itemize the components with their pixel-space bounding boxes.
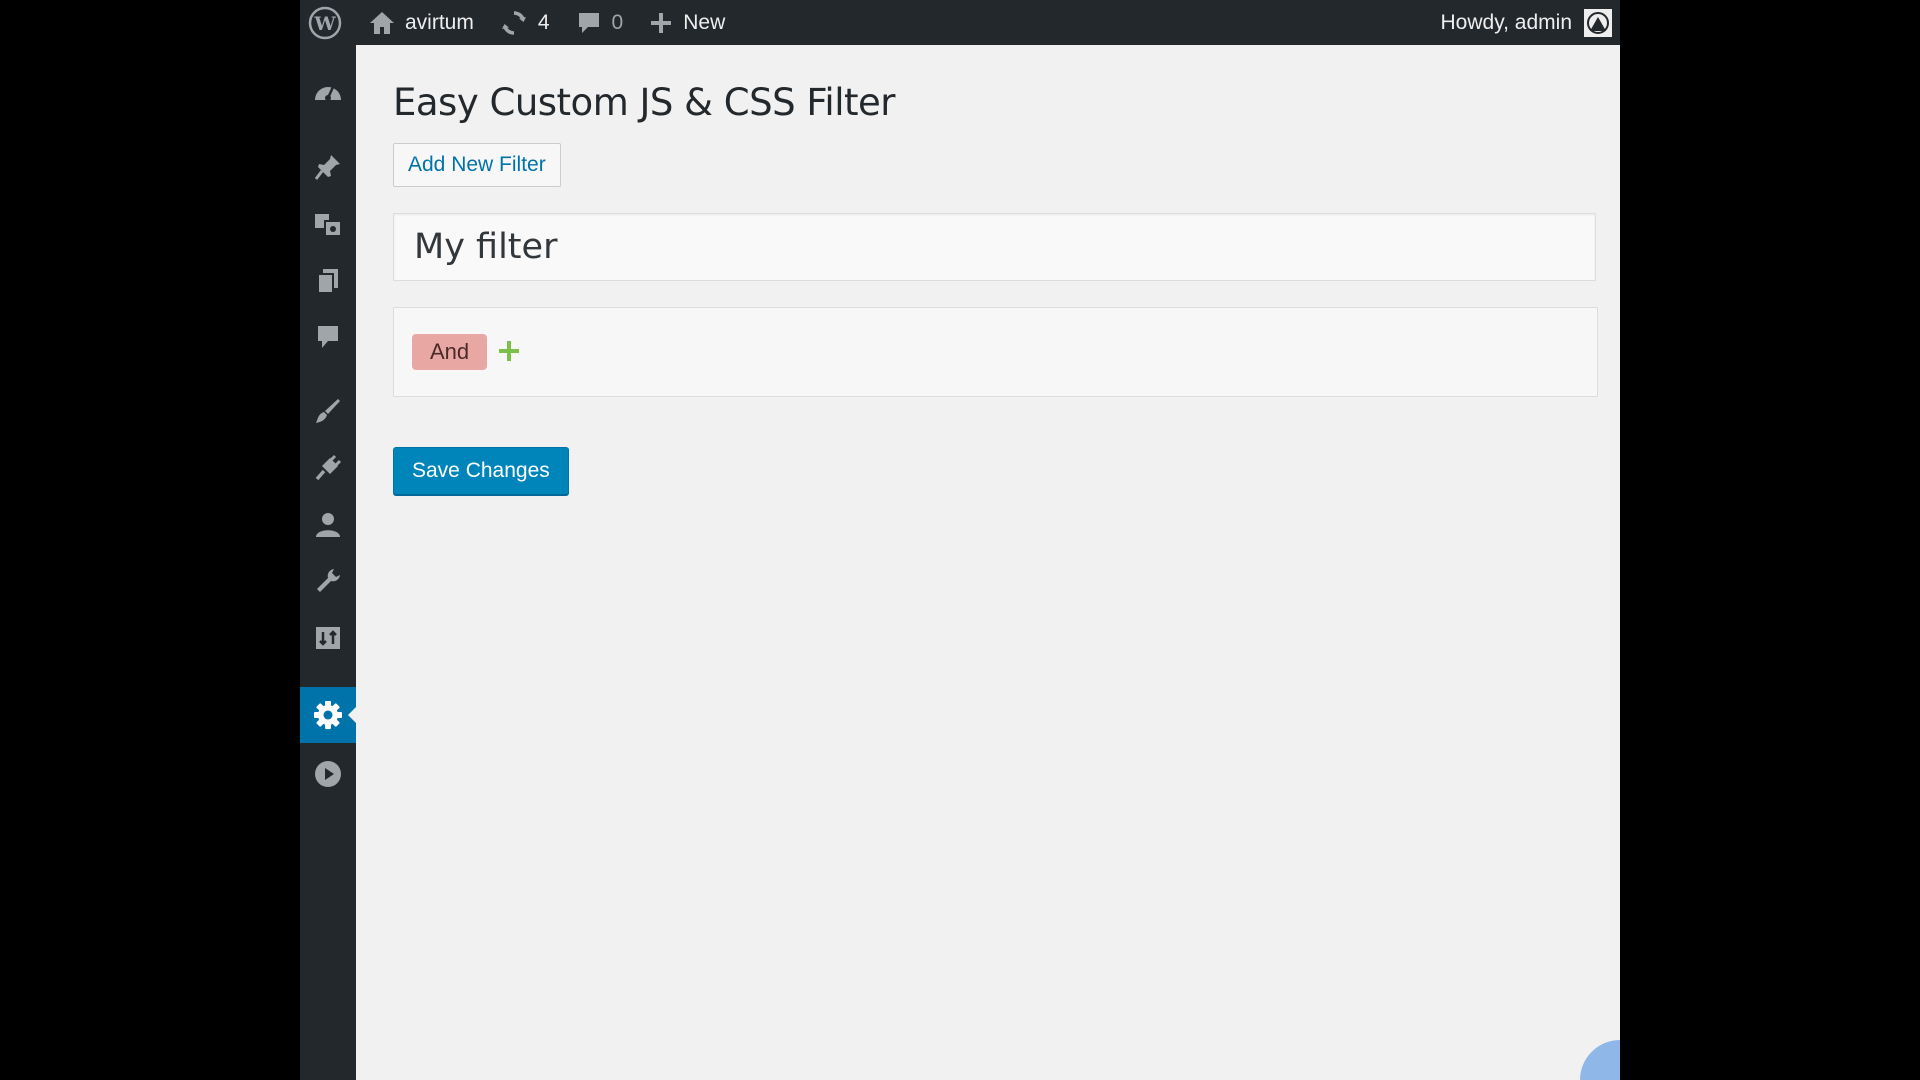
logic-and-badge[interactable]: And <box>412 334 488 370</box>
comments-link[interactable]: 0 <box>563 0 637 45</box>
wordpress-logo-icon: W <box>308 6 342 39</box>
menu-item-pages[interactable] <box>300 257 356 305</box>
menu-item-dashboard[interactable] <box>300 67 356 115</box>
comments-count: 0 <box>611 10 624 34</box>
plus-icon <box>499 341 519 361</box>
menu-item-media[interactable] <box>300 200 356 248</box>
play-icon <box>315 761 341 787</box>
updates-link[interactable]: 4 <box>487 0 563 45</box>
pin-icon <box>314 155 340 180</box>
comment-bubble-icon <box>578 12 599 33</box>
browser-frame: W avirtum 4 0 New Howdy, admin Easy Cust… <box>300 0 1620 1080</box>
add-new-filter-button[interactable]: Add New Filter <box>393 143 561 187</box>
my-account-link[interactable]: Howdy, admin <box>1441 0 1621 45</box>
users-icon <box>316 513 340 537</box>
admin-side-menu <box>300 45 356 1080</box>
menu-item-import[interactable] <box>300 614 356 662</box>
avatar <box>1584 8 1612 37</box>
menu-item-media-player[interactable] <box>300 750 356 798</box>
corner-decoration <box>1580 1040 1620 1080</box>
updates-icon <box>501 10 526 35</box>
add-rule-button[interactable] <box>494 336 524 366</box>
filter-name-input[interactable] <box>393 213 1596 281</box>
import-icon <box>316 627 340 649</box>
plus-icon <box>651 12 672 33</box>
new-content-link[interactable]: New <box>636 0 738 45</box>
media-icon <box>315 214 342 237</box>
greeting: Howdy, admin <box>1440 10 1573 34</box>
appearance-icon <box>316 399 340 423</box>
filter-rules-box: And <box>393 307 1598 397</box>
new-label: New <box>683 10 726 34</box>
menu-item-comments[interactable] <box>300 313 356 361</box>
menu-item-plugins[interactable] <box>300 444 356 492</box>
menu-item-tools[interactable] <box>300 557 356 605</box>
main-content: Easy Custom JS & CSS Filter Add New Filt… <box>356 45 1620 1080</box>
plugins-icon <box>315 454 342 481</box>
page-title: Easy Custom JS & CSS Filter <box>393 81 895 124</box>
menu-item-appearance[interactable] <box>300 387 356 435</box>
pages-icon <box>317 269 338 294</box>
dashboard-icon <box>315 86 341 101</box>
save-changes-button[interactable]: Save Changes <box>393 447 569 495</box>
tools-icon <box>317 569 340 592</box>
menu-item-posts[interactable] <box>300 143 356 191</box>
home-icon <box>370 11 394 34</box>
menu-item-settings[interactable] <box>300 687 356 743</box>
updates-count: 4 <box>537 10 550 34</box>
menu-item-users[interactable] <box>300 501 356 549</box>
admin-bar: W avirtum 4 0 New Howdy, admin <box>300 0 1620 45</box>
svg-text:W: W <box>313 13 336 35</box>
avatar-icon <box>1587 11 1609 34</box>
settings-icon <box>314 701 342 729</box>
site-name: avirtum <box>405 10 474 34</box>
wordpress-logo-button[interactable]: W <box>300 0 356 45</box>
comments-icon <box>318 326 338 348</box>
site-name-link[interactable]: avirtum <box>356 0 487 45</box>
